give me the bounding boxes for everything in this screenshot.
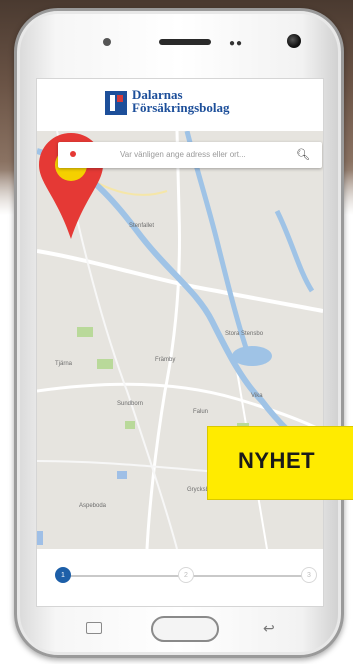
search-input[interactable]: Var vänligen ange adress eller ort...	[120, 150, 246, 159]
logo-text: Dalarnas Försäkringsbolag	[132, 88, 230, 114]
map-label: Stora Stensbo	[225, 331, 264, 337]
home-button[interactable]	[151, 616, 219, 642]
park	[77, 327, 93, 337]
front-camera-icon	[287, 34, 301, 48]
search-icon[interactable]: 🔍︎	[296, 148, 310, 161]
poi-marker	[37, 531, 43, 545]
logo-icon	[105, 91, 127, 115]
recent-apps-icon[interactable]	[86, 622, 102, 634]
step-1[interactable]: 1	[55, 567, 71, 583]
location-dot-icon	[70, 151, 76, 157]
step-3[interactable]: 3	[301, 567, 317, 583]
map-label: Främby	[155, 357, 176, 363]
search-bar[interactable]: Var vänligen ange adress eller ort... 🔍︎	[58, 142, 322, 168]
step-2[interactable]: 2	[178, 567, 194, 583]
map-label: Stenfallet	[129, 223, 155, 229]
map-label: Tjärna	[55, 361, 73, 367]
banner-text: NYHET	[238, 448, 316, 473]
map-label: Vika	[251, 393, 263, 399]
lake	[232, 346, 272, 366]
sensor-icon	[103, 38, 111, 46]
header-bar: Dalarnas Försäkringsbolag	[37, 79, 323, 131]
park	[97, 359, 113, 369]
map-label: Sundborn	[117, 401, 144, 407]
progress-stepper: 1 2 3	[37, 549, 323, 606]
earpiece-speaker	[159, 39, 211, 45]
logo-line-2: Försäkringsbolag	[132, 100, 230, 115]
news-banner[interactable]: NYHET	[207, 426, 353, 500]
proximity-sensor-icon: ●●	[229, 38, 244, 49]
park	[125, 421, 135, 429]
map-label: Falun	[193, 409, 209, 415]
map-label: Aspeboda	[79, 503, 107, 509]
app-screen: Dalarnas Försäkringsbolag Stenfallet Tjä…	[36, 78, 324, 607]
poi-marker	[117, 471, 127, 479]
river	[274, 209, 315, 293]
back-icon[interactable]: ↩	[263, 620, 275, 637]
